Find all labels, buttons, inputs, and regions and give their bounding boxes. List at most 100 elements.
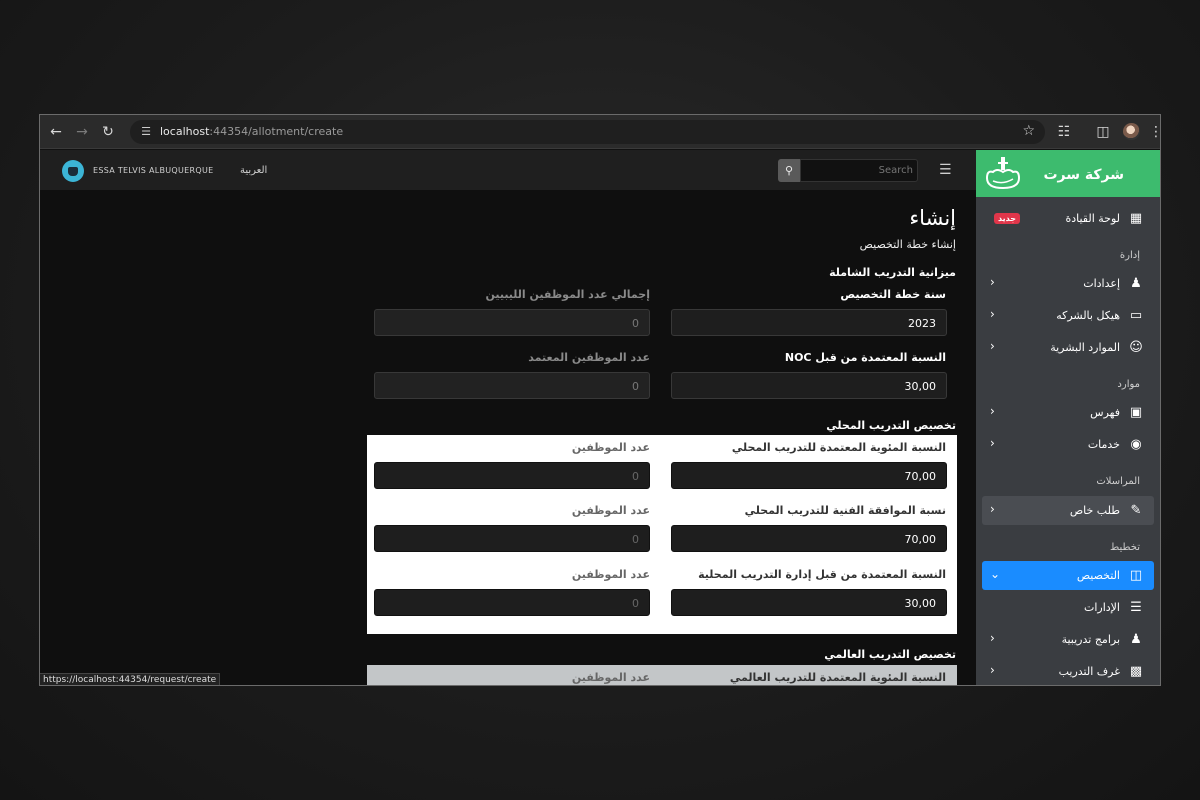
bookmark-star-icon[interactable]: ☆ (1022, 123, 1035, 139)
sidebar-item-rooms[interactable]: ▩ غرف التدريب ‹ (982, 657, 1154, 685)
sidebar-item-label: خدمات (1087, 438, 1120, 451)
language-switch[interactable]: العربية (240, 165, 267, 176)
address-bar[interactable]: ☰ localhost:44354/allotment/create ☆ (130, 120, 1045, 144)
sidebar-item-label: فهرس (1090, 406, 1120, 419)
approved-employees-label: عدد الموظفين المعتمد (528, 351, 650, 364)
local-training-heading: تخصيص التدريب المحلي (826, 419, 956, 432)
local-count-input-1: 0 (374, 462, 650, 489)
browser-toolbar: ← → ↻ ☰ localhost:44354/allotment/create… (40, 115, 1160, 149)
local-count-label-3: عدد الموظفين (571, 568, 650, 581)
global-count-label: عدد الموظفين (571, 671, 650, 684)
user-name[interactable]: ESSA TELVIS ALBUQUERQUE (93, 166, 214, 175)
page-subtitle: إنشاء خطة التخصيص (859, 238, 956, 251)
noc-ratio-input[interactable]: 30,00 (671, 372, 947, 399)
plan-year-label: سنة خطة التخصيص (840, 288, 946, 301)
main-content: إنشاء إنشاء خطة التخصيص ميزانية التدريب … (40, 190, 976, 685)
local-approved-pct-input[interactable]: 70,00 (671, 462, 947, 489)
sidebar-item-structure[interactable]: ▭ هيكل بالشركه ‹ (982, 301, 1154, 330)
approved-employees-input: 0 (374, 372, 650, 399)
new-badge: جديد (994, 213, 1021, 224)
teacher-icon: ♟ (1130, 632, 1142, 647)
sidebar-item-programs[interactable]: ♟ برامج تدريبية ‹ (982, 625, 1154, 654)
browser-menu-icon[interactable]: ⋮ (1146, 122, 1160, 142)
sidebar-item-label: هيكل بالشركه (1056, 309, 1120, 322)
user-lock-icon: ♟ (1130, 276, 1142, 291)
sidebar-item-label: برامج تدريبية (1061, 633, 1120, 646)
total-libyan-input: 0 (374, 309, 650, 336)
sidebar-item-departments[interactable]: ☰ الإدارات (982, 593, 1154, 622)
url-text: localhost:44354/allotment/create (160, 125, 344, 138)
sidebar-item-settings[interactable]: ♟ إعدادات ‹ (982, 269, 1154, 298)
grid-icon: ▦ (1129, 211, 1143, 226)
page-title: إنشاء (909, 206, 956, 230)
search-icon[interactable]: ⚲ (778, 159, 800, 182)
building-icon: ▭ (1129, 308, 1143, 323)
sidebar-item-label: غرف التدريب (1058, 665, 1120, 678)
local-dept-ratio-input[interactable]: 30,00 (671, 589, 947, 616)
browser-window: ← → ↻ ☰ localhost:44354/allotment/create… (39, 114, 1161, 686)
reload-icon[interactable]: ↻ (98, 122, 118, 142)
local-count-label-1: عدد الموظفين (571, 441, 650, 454)
list-check-icon: ☰ (1130, 600, 1142, 615)
edit-icon: ✎ (1130, 503, 1142, 518)
overall-budget-heading: ميزانية التدريب الشاملة (829, 266, 956, 279)
extensions-icon[interactable]: ☷ (1054, 122, 1074, 142)
brand-header[interactable]: شركة سرت (976, 150, 1160, 197)
forward-arrow-icon[interactable]: → (72, 122, 92, 142)
side-panel-icon[interactable]: ◫ (1093, 122, 1113, 142)
sidebar-item-label: الموارد البشرية (1050, 341, 1120, 354)
sidebar-item-special-request[interactable]: ✎ طلب خاص ‹ (982, 496, 1154, 525)
local-approved-pct-label: النسبة المئوية المعتمدة للتدريب المحلي (731, 441, 946, 454)
plan-year-input[interactable]: 2023 (671, 309, 947, 336)
global-training-heading: تخصيص التدريب العالمي (824, 648, 956, 661)
back-arrow-icon[interactable]: ← (46, 122, 66, 142)
total-libyan-label: إجمالي عدد الموظفين الليبيين (485, 288, 650, 301)
local-tech-approval-input[interactable]: 70,00 (671, 525, 947, 552)
section-admin: إدارة (1119, 250, 1140, 261)
chevron-left-icon: ‹ (990, 404, 995, 418)
section-resources: موارد (1117, 379, 1140, 390)
chevron-left-icon: ‹ (990, 502, 995, 516)
global-approved-pct-label: النسبة المئوية المعتمدة للتدريب العالمي (729, 671, 946, 684)
sidebar-item-hr[interactable]: ☺ الموارد البشرية ‹ (982, 333, 1154, 362)
sidebar-item-label: التخصيص (1076, 569, 1120, 582)
sidebar: شركة سرت ▦ لوحة القيادة جديد إدارة ♟ إعد… (976, 150, 1160, 685)
sidebar-item-allotment[interactable]: ◫ التخصيص ⌄ (982, 561, 1154, 590)
chevron-down-icon: ⌄ (990, 567, 1001, 581)
profile-avatar[interactable] (1123, 123, 1140, 140)
chevron-left-icon: ‹ (990, 436, 995, 450)
company-logo-icon (985, 157, 1021, 190)
menu-toggle-icon[interactable]: ☰ (939, 162, 952, 178)
noc-ratio-label: النسبة المعتمدة من قبل NOC (784, 351, 946, 364)
site-info-icon[interactable]: ☰ (138, 124, 154, 140)
brand-name: شركة سرت (1043, 167, 1124, 183)
local-tech-approval-label: نسبة الموافقة الفنية للتدريب المحلي (744, 504, 946, 517)
sidebar-item-services[interactable]: ◉ خدمات ‹ (982, 430, 1154, 459)
link-status-bar: https://localhost:44354/request/create (40, 673, 221, 685)
local-dept-ratio-label: النسبة المعتمدة من قبل إدارة التدريب الم… (698, 568, 946, 581)
book-icon: ▣ (1129, 405, 1143, 420)
chevron-left-icon: ‹ (990, 631, 995, 645)
classroom-icon: ▩ (1129, 664, 1143, 679)
sidebar-item-label: الإدارات (1083, 601, 1120, 614)
chevron-left-icon: ‹ (990, 307, 995, 321)
app-header: ESSA TELVIS ALBUQUERQUE العربية ⚲ ☰ (40, 150, 976, 190)
chevron-left-icon: ‹ (990, 663, 995, 677)
search-input[interactable] (800, 159, 918, 182)
user-avatar[interactable] (62, 160, 84, 182)
chevron-left-icon: ‹ (990, 275, 995, 289)
chevron-left-icon: ‹ (990, 339, 995, 353)
sidebar-item-label: إعدادات (1083, 277, 1120, 290)
local-count-input-3: 0 (374, 589, 650, 616)
sidebar-item-dashboard[interactable]: ▦ لوحة القيادة جديد (982, 204, 1154, 233)
local-count-label-2: عدد الموظفين (571, 504, 650, 517)
section-planning: تخطيط (1110, 542, 1140, 553)
columns-icon: ◫ (1129, 568, 1143, 583)
sidebar-item-label: لوحة القيادة (1065, 212, 1120, 225)
people-icon: ☺ (1129, 340, 1143, 355)
sidebar-item-index[interactable]: ▣ فهرس ‹ (982, 398, 1154, 427)
palette-icon: ◉ (1130, 437, 1142, 452)
sidebar-item-label: طلب خاص (1069, 504, 1120, 517)
search-box: ⚲ (778, 159, 918, 182)
section-correspondence: المراسلات (1096, 476, 1140, 487)
